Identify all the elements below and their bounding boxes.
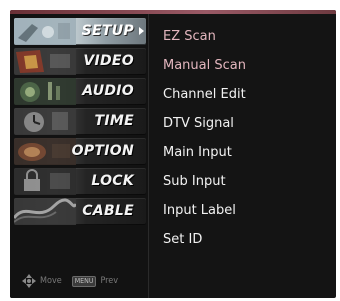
menu-item-lock[interactable]: LOCK bbox=[14, 168, 146, 195]
setup-icon bbox=[14, 18, 76, 45]
cable-icon bbox=[14, 198, 76, 225]
menu-item-setup[interactable]: SETUP bbox=[14, 18, 146, 45]
setup-menu-panel: SETUP VIDEO AUDIO TIME OPTION LOCK CABLE… bbox=[10, 10, 336, 298]
submenu-item-set-id[interactable]: Set ID bbox=[163, 232, 202, 247]
submenu-item-input-label[interactable]: Input Label bbox=[163, 203, 236, 218]
move-arrows-icon bbox=[22, 274, 36, 288]
submenu-item-ez-scan[interactable]: EZ Scan bbox=[163, 29, 216, 44]
menu-item-cable[interactable]: CABLE bbox=[14, 198, 146, 225]
menu-item-label: CABLE bbox=[82, 203, 134, 219]
menu-item-time[interactable]: TIME bbox=[14, 108, 146, 135]
audio-icon bbox=[14, 78, 76, 105]
time-icon bbox=[14, 108, 76, 135]
submenu-item-main-input[interactable]: Main Input bbox=[163, 145, 232, 160]
submenu-item-manual-scan[interactable]: Manual Scan bbox=[163, 58, 246, 73]
menu-item-label: TIME bbox=[94, 113, 134, 129]
lock-icon bbox=[14, 168, 76, 195]
submenu-item-dtv-signal[interactable]: DTV Signal bbox=[163, 116, 234, 131]
video-icon bbox=[14, 48, 76, 75]
prev-hint-label: Prev bbox=[100, 276, 119, 286]
submenu-item-sub-input[interactable]: Sub Input bbox=[163, 174, 226, 189]
menu-item-label: OPTION bbox=[71, 143, 134, 159]
menu-item-label: VIDEO bbox=[83, 53, 134, 69]
setup-submenu: EZ Scan Manual Scan Channel Edit DTV Sig… bbox=[160, 24, 330, 294]
menu-item-label: AUDIO bbox=[82, 83, 134, 99]
move-hint-label: Move bbox=[40, 276, 62, 286]
menu-item-video[interactable]: VIDEO bbox=[14, 48, 146, 75]
menu-item-audio[interactable]: AUDIO bbox=[14, 78, 146, 105]
column-divider bbox=[148, 14, 149, 298]
submenu-item-channel-edit[interactable]: Channel Edit bbox=[163, 87, 246, 102]
menu-key-icon: MENU bbox=[71, 275, 97, 287]
main-menu-column: SETUP VIDEO AUDIO TIME OPTION LOCK CABLE… bbox=[10, 14, 148, 298]
chevron-right-icon bbox=[139, 27, 144, 35]
tv-osd-screen: SETUP VIDEO AUDIO TIME OPTION LOCK CABLE… bbox=[0, 0, 340, 301]
menu-item-label: LOCK bbox=[91, 173, 134, 189]
menu-item-label: SETUP bbox=[81, 23, 134, 39]
navigation-hints: Move MENU Prev bbox=[22, 271, 146, 291]
option-icon bbox=[14, 138, 76, 165]
menu-item-option[interactable]: OPTION bbox=[14, 138, 146, 165]
